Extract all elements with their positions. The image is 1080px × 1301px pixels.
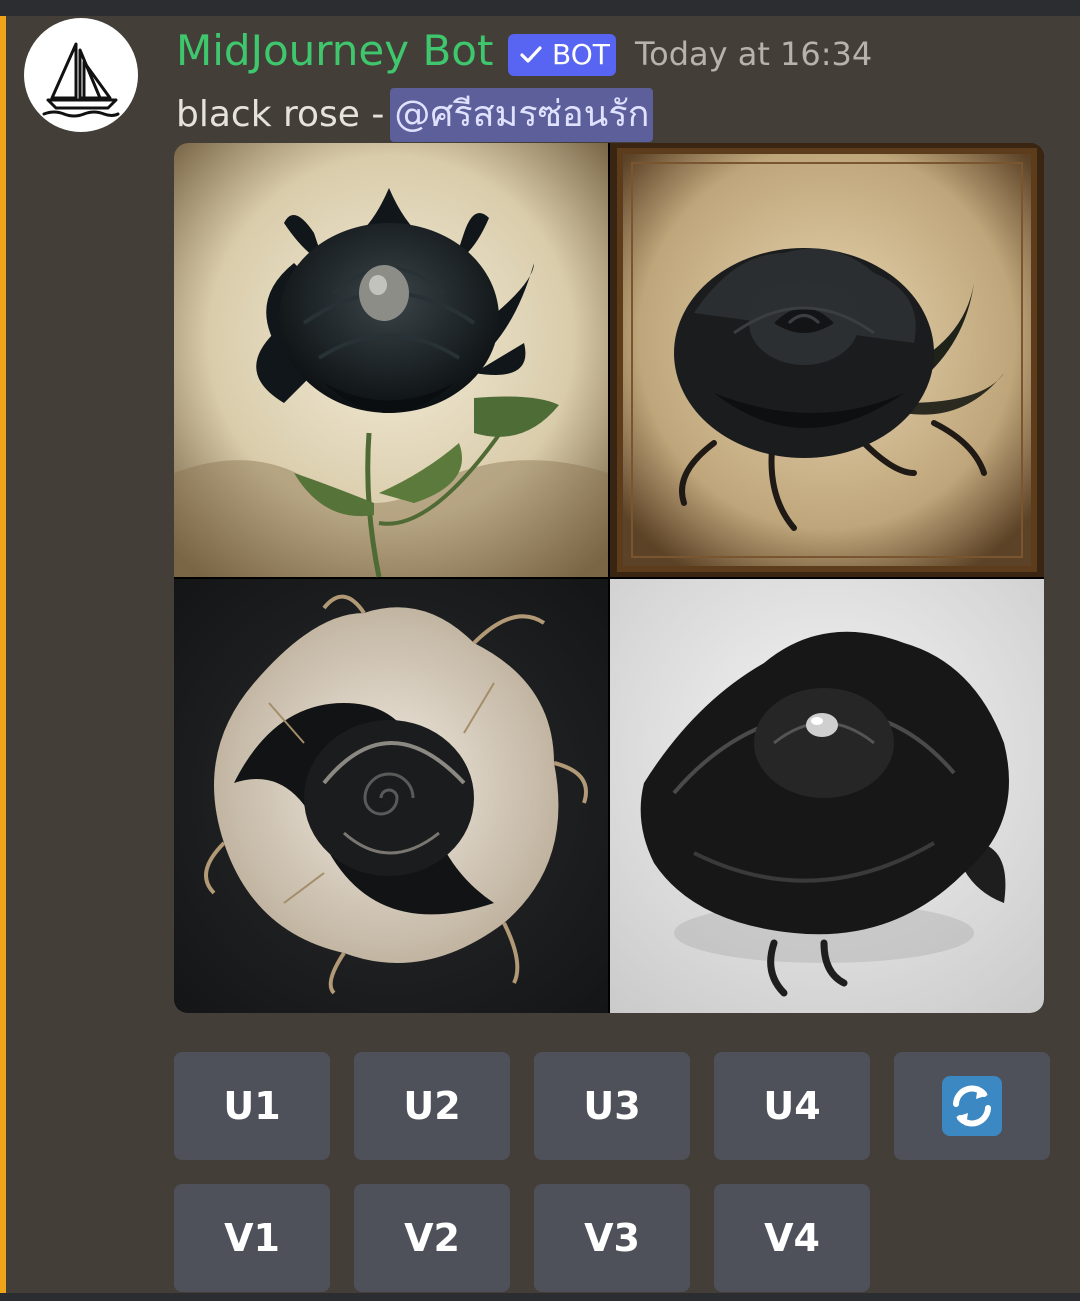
top-divider: [0, 0, 1080, 16]
author-username[interactable]: MidJourney Bot: [176, 26, 493, 76]
variation-button-3[interactable]: V3: [534, 1184, 690, 1292]
verified-check-icon: [520, 34, 542, 65]
upscale-button-1[interactable]: U1: [174, 1052, 330, 1160]
bot-tag-label: BOT: [552, 38, 610, 71]
black-rose-on-cream-background[interactable]: [174, 143, 608, 578]
prompt-text: black rose -: [176, 94, 385, 135]
black-rose-on-white-background[interactable]: [610, 579, 1044, 1013]
message-timestamp: Today at 16:34: [635, 35, 873, 73]
black-rose-framed-parchment[interactable]: [610, 143, 1044, 577]
white-black-rose-on-dark-background[interactable]: [174, 579, 608, 1013]
reroll-arrows-icon: [942, 1076, 1002, 1136]
upscale-button-4[interactable]: U4: [714, 1052, 870, 1160]
chat-message: MidJourney Bot BOT Today at 16:34 black …: [0, 16, 1080, 1293]
variation-button-1[interactable]: V1: [174, 1184, 330, 1292]
message-content: black rose - @ศรีสมรซ่อนรัก: [176, 88, 654, 142]
bottom-divider: [0, 1293, 1080, 1301]
upscale-button-2[interactable]: U2: [354, 1052, 510, 1160]
mention-highlight-bar: [0, 16, 6, 1293]
bot-tag: BOT: [508, 34, 616, 76]
reroll-button[interactable]: [894, 1052, 1050, 1160]
avatar[interactable]: [24, 18, 138, 132]
variation-button-2[interactable]: V2: [354, 1184, 510, 1292]
variation-button-4[interactable]: V4: [714, 1184, 870, 1292]
upscale-button-3[interactable]: U3: [534, 1052, 690, 1160]
image-grid[interactable]: [174, 143, 1044, 1013]
user-mention[interactable]: @ศรีสมรซ่อนรัก: [390, 88, 654, 142]
sailboat-logo-icon: [42, 42, 120, 118]
